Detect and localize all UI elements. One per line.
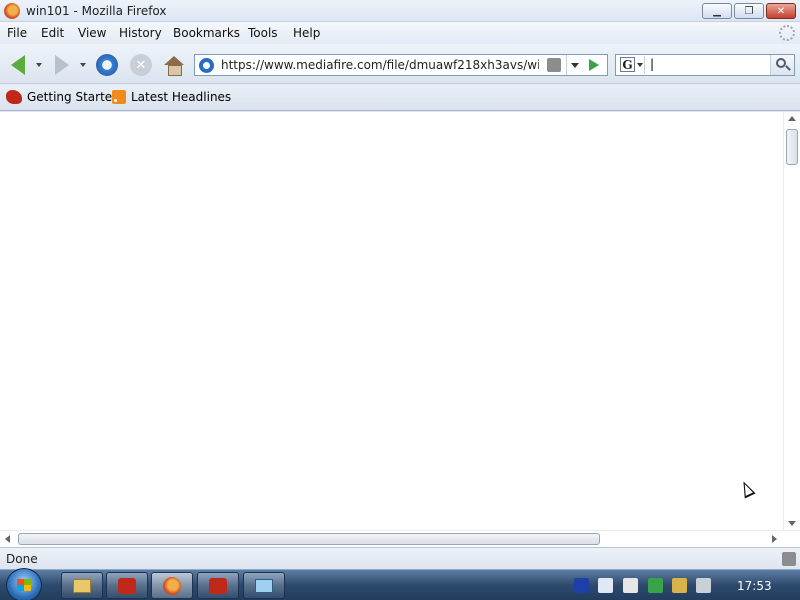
firefox-bookmark-icon — [6, 90, 22, 104]
bookmark-label: Latest Headlines — [131, 90, 232, 104]
menu-edit[interactable]: Edit — [41, 26, 64, 40]
taskbar-firefox[interactable] — [151, 572, 193, 599]
folder-icon — [73, 578, 91, 593]
windows-logo-icon — [17, 579, 31, 591]
bookmarks-toolbar: Getting Started Latest Headlines — [0, 85, 800, 111]
scroll-down-icon[interactable] — [788, 521, 796, 526]
chevron-down-icon — [637, 63, 643, 67]
scroll-left-icon[interactable] — [5, 535, 10, 543]
forward-history-dropdown[interactable] — [80, 63, 86, 67]
reload-button[interactable] — [94, 52, 120, 78]
keyboard-layout-icon[interactable] — [574, 578, 589, 593]
system-clock[interactable]: 17:53 — [737, 579, 772, 593]
stop-button[interactable]: ✕ — [128, 52, 154, 78]
rss-feed-icon — [112, 90, 126, 104]
url-bar[interactable]: https://www.mediafire.com/file/dmuawf218… — [194, 54, 608, 76]
app-icon — [118, 577, 136, 594]
home-icon — [164, 56, 184, 76]
close-button[interactable]: ✕ — [766, 3, 796, 19]
page-info-icon[interactable] — [547, 58, 561, 72]
menu-history[interactable]: History — [119, 26, 162, 40]
go-button[interactable] — [585, 57, 603, 73]
navigation-toolbar: ✕ https://www.mediafire.com/file/dmuawf2… — [0, 44, 800, 84]
google-icon: G — [620, 57, 635, 72]
monitor-icon — [255, 578, 273, 593]
maximize-button[interactable]: ❐ — [734, 3, 764, 19]
flag-icon[interactable] — [623, 578, 638, 593]
firefox-icon — [163, 576, 181, 595]
horizontal-scrollbar[interactable] — [0, 530, 800, 547]
taskbar-red-app-2[interactable] — [197, 572, 239, 599]
network-icon[interactable] — [672, 578, 687, 593]
back-button[interactable] — [5, 52, 31, 78]
home-button[interactable] — [161, 52, 187, 78]
vertical-scroll-thumb[interactable] — [786, 129, 798, 165]
horizontal-scroll-thumb[interactable] — [18, 533, 600, 545]
forward-button[interactable] — [49, 52, 75, 78]
app-icon — [209, 577, 227, 594]
security-status-icon[interactable] — [782, 552, 796, 566]
menu-view[interactable]: View — [78, 26, 106, 40]
url-input[interactable]: https://www.mediafire.com/file/dmuawf218… — [221, 58, 539, 72]
scroll-right-icon[interactable] — [772, 535, 777, 543]
volume-muted-icon[interactable] — [696, 578, 711, 593]
back-history-dropdown[interactable] — [36, 63, 42, 67]
security-shield-icon[interactable] — [648, 578, 663, 593]
document-icon[interactable] — [598, 578, 613, 593]
status-bar: Done — [0, 547, 800, 569]
search-bar[interactable]: G | — [615, 54, 795, 76]
vertical-scrollbar[interactable] — [783, 112, 800, 530]
menu-file[interactable]: File — [7, 26, 27, 40]
scroll-up-icon[interactable] — [788, 116, 796, 121]
bookmark-label: Getting Started — [27, 90, 120, 104]
windows-taskbar: 17:53 — [0, 568, 800, 600]
menu-bar: File Edit View History Bookmarks Tools H… — [0, 22, 800, 44]
search-input[interactable]: | — [650, 57, 768, 73]
taskbar-monitor-app[interactable] — [243, 572, 285, 599]
stop-icon: ✕ — [130, 54, 152, 76]
menu-tools[interactable]: Tools — [248, 26, 278, 40]
page-content[interactable] — [0, 112, 783, 530]
bookmark-latest-headlines[interactable]: Latest Headlines — [112, 90, 231, 104]
menu-help[interactable]: Help — [293, 26, 320, 40]
back-arrow-icon — [11, 55, 25, 75]
menu-bookmarks[interactable]: Bookmarks — [173, 26, 240, 40]
title-bar: win101 - Mozilla Firefox ▁ ❐ ✕ — [0, 0, 800, 22]
window-title: win101 - Mozilla Firefox — [26, 4, 167, 18]
bookmark-getting-started[interactable]: Getting Started — [6, 90, 120, 104]
start-button[interactable] — [6, 568, 42, 600]
firefox-icon — [4, 3, 20, 19]
taskbar-file-explorer[interactable] — [61, 572, 103, 599]
search-engine-selector[interactable]: G — [617, 56, 645, 74]
forward-arrow-icon — [55, 55, 69, 75]
site-identity-icon[interactable] — [199, 58, 214, 73]
search-button[interactable] — [770, 55, 794, 75]
reload-icon — [96, 54, 118, 76]
status-text: Done — [6, 552, 38, 566]
taskbar-red-app[interactable] — [106, 572, 148, 599]
activity-throbber-icon — [779, 25, 795, 41]
minimize-button[interactable]: ▁ — [702, 3, 732, 19]
url-history-dropdown[interactable] — [566, 55, 582, 75]
